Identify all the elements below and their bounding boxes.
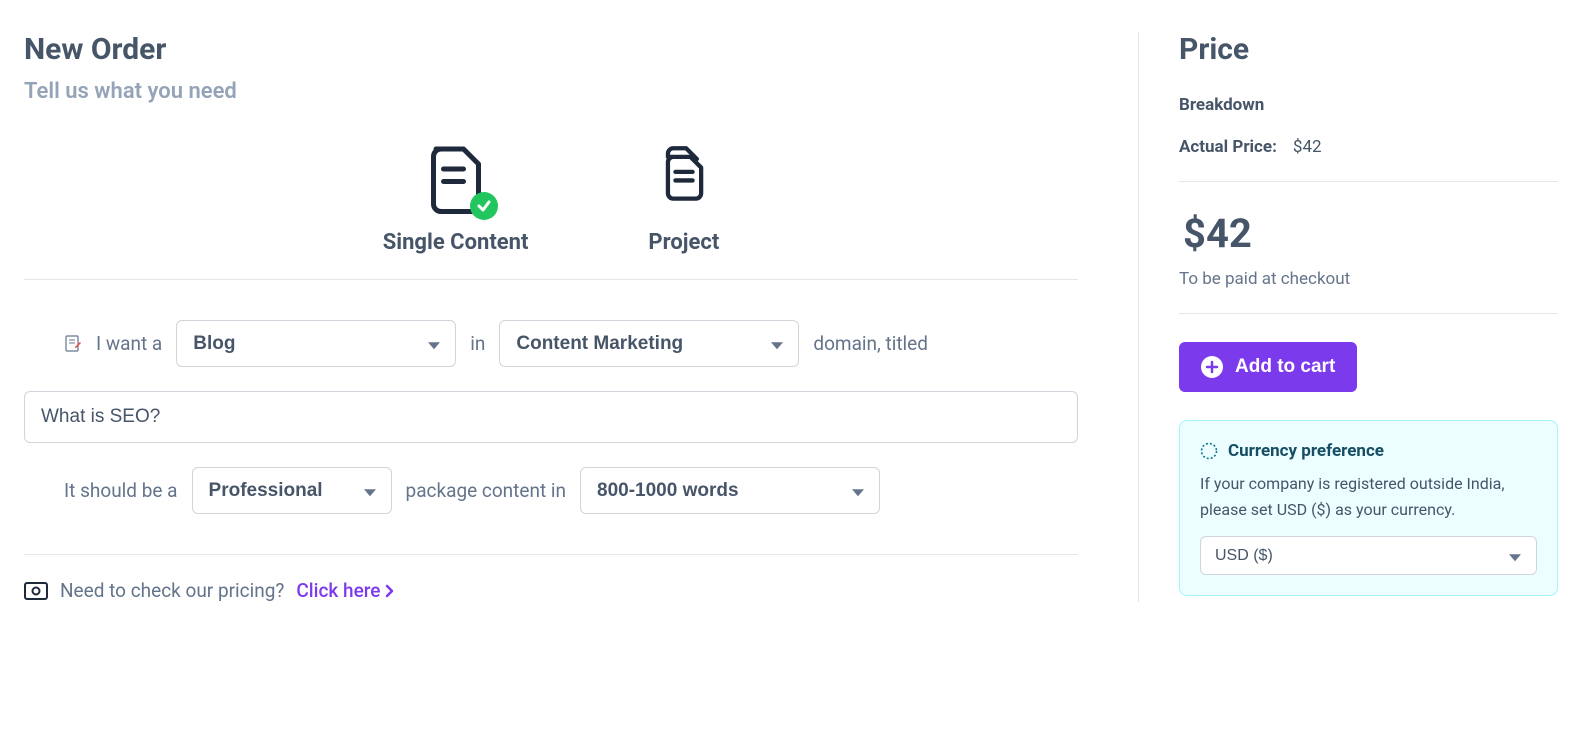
breakdown-label: Breakdown <box>1179 95 1558 115</box>
title-input[interactable] <box>24 391 1078 443</box>
package-in-label: package content in <box>406 479 566 502</box>
pricing-text: Need to check our pricing? <box>60 579 284 602</box>
iwant-label: I want a <box>96 332 162 355</box>
currency-select[interactable]: USD ($) <box>1200 536 1537 575</box>
page-title: New Order <box>24 32 1078 67</box>
divider <box>24 279 1078 280</box>
document-icon <box>426 144 486 214</box>
price-heading: Price <box>1179 32 1558 67</box>
in-label: in <box>470 332 485 355</box>
globe-icon <box>1200 442 1218 460</box>
currency-preference-card: Currency preference If your company is r… <box>1179 420 1558 596</box>
note-icon <box>64 335 82 353</box>
tab-project[interactable]: Project <box>648 144 719 255</box>
currency-description: If your company is registered outside In… <box>1200 471 1537 522</box>
add-to-cart-button[interactable]: Add to cart <box>1179 342 1357 392</box>
divider <box>1179 313 1558 314</box>
words-select[interactable]: 800-1000 words <box>580 467 880 514</box>
checkout-note: To be paid at checkout <box>1179 269 1558 289</box>
tab-single-content[interactable]: Single Content <box>383 144 529 255</box>
domain-titled-label: domain, titled <box>813 332 928 355</box>
total-price: $42 <box>1179 210 1558 257</box>
should-be-label: It should be a <box>64 479 178 502</box>
actual-price-value: $42 <box>1293 137 1322 157</box>
money-icon <box>24 582 48 600</box>
divider <box>1179 181 1558 182</box>
chevron-right-icon <box>382 584 396 598</box>
package-select[interactable]: Professional <box>192 467 392 514</box>
tab-single-label: Single Content <box>383 230 529 255</box>
currency-title: Currency preference <box>1228 441 1384 461</box>
check-icon <box>470 192 498 220</box>
divider <box>24 554 1078 555</box>
content-type-select[interactable]: Blog <box>176 320 456 367</box>
plus-icon <box>1201 356 1223 378</box>
pricing-link[interactable]: Click here <box>296 579 396 602</box>
documents-icon <box>654 144 714 214</box>
domain-select[interactable]: Content Marketing <box>499 320 799 367</box>
actual-price-label: Actual Price: <box>1179 137 1277 157</box>
tab-project-label: Project <box>648 230 719 255</box>
page-subtitle: Tell us what you need <box>24 79 1078 104</box>
